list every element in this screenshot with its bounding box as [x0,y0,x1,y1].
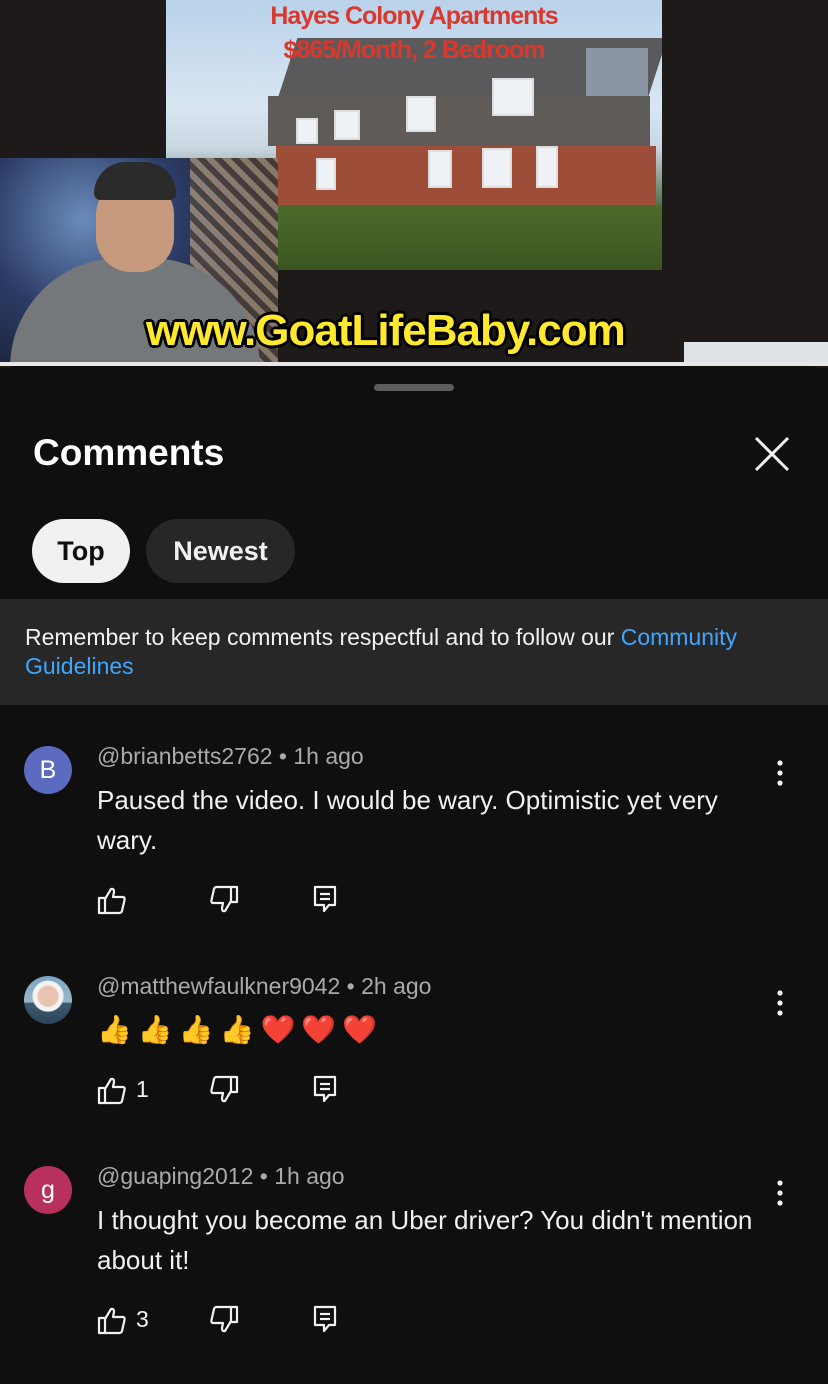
comment-author[interactable]: @brianbetts2762 [97,743,273,769]
like-count: 3 [136,1306,149,1332]
slide-title: Hayes Colony Apartments [270,2,558,30]
comment-text: 👍👍👍👍❤️❤️❤️ [97,1013,384,1046]
taskbar-strip [684,342,828,364]
comment-time: 2h ago [361,973,432,999]
comment-text: Paused the video. I would be wary. Optim… [97,785,718,855]
close-icon[interactable] [748,430,796,478]
guidelines-notice: Remember to keep comments respectful and… [0,599,828,705]
reply-icon[interactable] [312,884,338,918]
filter-newest-chip[interactable]: Newest [146,519,295,583]
like-icon[interactable] [96,1304,128,1338]
dislike-icon[interactable] [208,884,240,918]
comment-author[interactable]: @matthewfaulkner9042 [97,973,340,999]
filter-top-chip[interactable]: Top [32,519,130,583]
more-options-icon[interactable] [770,758,790,788]
video-watermark-url: www.GoatLifeBaby.com [146,306,626,355]
comment-time: 1h ago [274,1163,345,1189]
dislike-icon[interactable] [208,1304,240,1338]
comment-meta: @brianbetts2762 • 1h ago [97,743,364,769]
like-count: 1 [136,1076,149,1102]
slide-subtitle: $865/Month, 2 Bedroom [283,36,546,64]
comment-meta: @matthewfaulkner9042 • 2h ago [97,973,432,999]
comment-meta: @guaping2012 • 1h ago [97,1163,345,1189]
comment-author[interactable]: @guaping2012 [97,1163,253,1189]
more-options-icon[interactable] [770,988,790,1018]
notice-text: Remember to keep comments respectful and… [25,624,621,650]
video-player[interactable]: Hayes Colony Apartments $865/Month, 2 Be… [0,0,828,368]
comments-sheet: Comments Top Newest Remember to keep com… [0,366,828,1384]
comment-text: I thought you become an Uber driver? You… [97,1205,753,1275]
avatar[interactable]: B [24,746,72,794]
reply-icon[interactable] [312,1304,338,1338]
reply-icon[interactable] [312,1074,338,1108]
drag-handle[interactable] [374,384,454,391]
dislike-icon[interactable] [208,1074,240,1108]
like-icon[interactable] [96,884,128,918]
comments-title: Comments [33,432,225,473]
comment-time: 1h ago [293,743,364,769]
more-options-icon[interactable] [770,1178,790,1208]
like-icon[interactable] [96,1074,128,1108]
avatar[interactable]: g [24,1166,72,1214]
avatar[interactable] [24,976,72,1024]
